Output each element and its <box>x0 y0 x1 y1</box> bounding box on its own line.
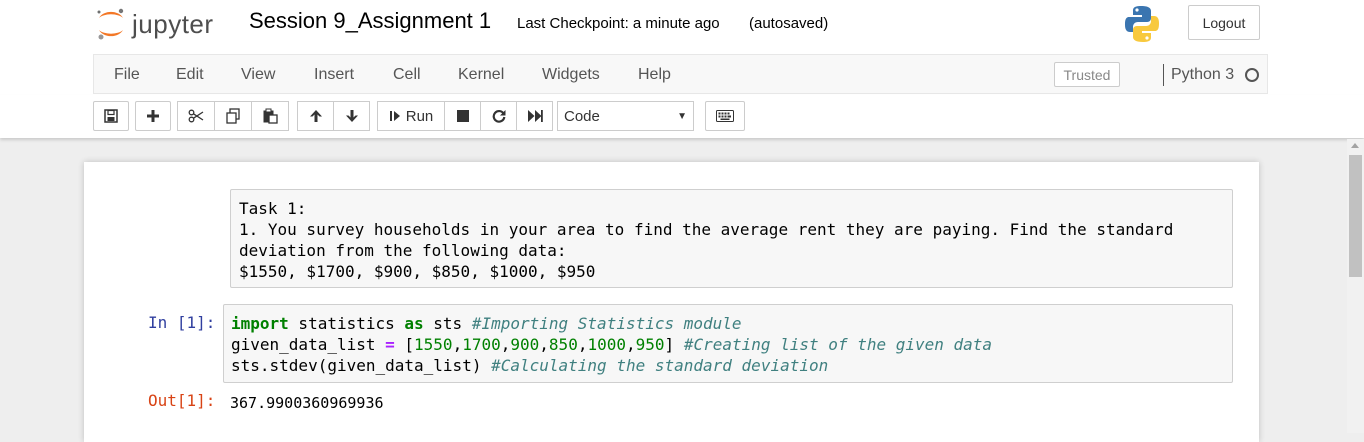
operator-token: = <box>385 335 395 354</box>
code-line-1: import statistics as sts #Importing Stat… <box>231 313 992 334</box>
cell-type-select[interactable]: Code ▼ <box>557 101 694 131</box>
markdown-line: 1. You survey households in your area to… <box>239 220 1174 239</box>
output-prompt: Out[1]: <box>148 391 216 410</box>
jupyter-logo-icon <box>97 8 124 40</box>
keyboard-icon <box>716 110 734 122</box>
cell-type-value: Code <box>564 107 600 125</box>
number-token: 1550 <box>414 335 453 354</box>
header: jupyter Session 9_Assignment 1 Last Chec… <box>0 0 1364 54</box>
number-token: 850 <box>548 335 578 354</box>
save-icon <box>104 109 118 123</box>
vertical-scrollbar[interactable] <box>1347 139 1364 433</box>
menu-cell[interactable]: Cell <box>393 66 421 84</box>
code-token: ] <box>664 335 684 354</box>
input-prompt: In [1]: <box>148 313 216 332</box>
kernel-name[interactable]: Python 3 <box>1171 66 1234 84</box>
menu-insert[interactable]: Insert <box>314 66 354 84</box>
menubar: File Edit View Insert Cell Kernel Widget… <box>0 54 1364 95</box>
fast-forward-icon <box>527 110 543 122</box>
notebook-name[interactable]: Session 9_Assignment 1 <box>249 8 491 34</box>
arrow-down-icon <box>345 110 358 122</box>
copy-button[interactable] <box>214 101 252 131</box>
run-icon <box>389 111 400 121</box>
logout-button[interactable]: Logout <box>1188 5 1260 40</box>
run-label: Run <box>405 107 434 125</box>
insert-cell-button[interactable] <box>135 101 171 131</box>
move-down-button[interactable] <box>333 101 370 131</box>
python-logo-icon <box>1124 5 1160 48</box>
kernel-idle-indicator <box>1245 68 1259 82</box>
code-token: sts <box>423 314 472 333</box>
comment-token: #Calculating the standard deviation <box>491 356 829 375</box>
menu-edit[interactable]: Edit <box>176 66 204 84</box>
restart-kernel-button[interactable] <box>480 101 517 131</box>
plus-icon <box>147 110 159 122</box>
code-line-2: given_data_list = [1550,1700,900,850,100… <box>231 335 993 354</box>
menubar-container: File Edit View Insert Cell Kernel Widget… <box>93 54 1268 94</box>
number-token: 1000 <box>587 335 626 354</box>
paste-icon <box>263 108 278 124</box>
paste-button[interactable] <box>251 101 289 131</box>
markdown-cell[interactable]: Task 1: 1. You survey households in your … <box>230 189 1233 288</box>
menu-widgets[interactable]: Widgets <box>542 66 600 84</box>
code-token: given_data_list <box>231 335 386 354</box>
code-editor[interactable]: import statistics as sts #Importing Stat… <box>231 313 992 376</box>
save-button[interactable] <box>93 101 129 131</box>
code-cell[interactable]: import statistics as sts #Importing Stat… <box>223 304 1233 383</box>
kernel-separator <box>1163 64 1164 86</box>
scrollbar-thumb[interactable] <box>1349 155 1362 277</box>
code-token: statistics <box>288 314 405 333</box>
move-up-button[interactable] <box>297 101 334 131</box>
autosave-status: (autosaved) <box>749 15 829 32</box>
keyword-token: import <box>231 314 289 333</box>
arrow-up-icon <box>309 110 322 122</box>
stop-icon <box>456 110 469 122</box>
run-button[interactable]: Run <box>377 101 445 131</box>
markdown-line: deviation from the following data: <box>239 241 567 260</box>
checkpoint-status: Last Checkpoint: a minute ago <box>517 15 720 32</box>
restart-icon <box>492 109 505 123</box>
copy-icon <box>226 108 240 124</box>
command-palette-button[interactable] <box>705 101 745 131</box>
menu-help[interactable]: Help <box>638 66 671 84</box>
cut-icon <box>188 109 204 123</box>
restart-run-all-button[interactable] <box>516 101 553 131</box>
toolbar: Run Code ▼ <box>0 95 1364 138</box>
notebook-container: Task 1: 1. You survey households in your … <box>84 162 1259 442</box>
number-token: 1700 <box>462 335 501 354</box>
menu-view[interactable]: View <box>241 66 275 84</box>
jupyter-logo[interactable]: jupyter <box>96 6 214 42</box>
menu-file[interactable]: File <box>114 66 140 84</box>
menu-kernel[interactable]: Kernel <box>458 66 504 84</box>
keyword-token: as <box>404 314 424 333</box>
code-token: sts.stdev(given_data_list) <box>231 356 492 375</box>
interrupt-button[interactable] <box>444 101 481 131</box>
chevron-down-icon: ▼ <box>677 111 687 122</box>
trusted-indicator[interactable]: Trusted <box>1054 62 1120 87</box>
code-line-3: sts.stdev(given_data_list) #Calculating … <box>231 355 992 376</box>
code-token: [ <box>394 335 415 354</box>
cut-button[interactable] <box>177 101 215 131</box>
logo-text: jupyter <box>132 8 214 39</box>
number-token: 950 <box>635 335 665 354</box>
markdown-content: Task 1: 1. You survey households in your … <box>239 198 1173 282</box>
markdown-line: $1550, $1700, $900, $850, $1000, $950 <box>239 262 596 281</box>
number-token: 900 <box>510 335 540 354</box>
markdown-line: Task 1: <box>239 199 307 218</box>
scroll-up-arrow-icon[interactable] <box>1351 143 1359 148</box>
comment-token: #Importing Statistics module <box>471 314 742 333</box>
output-value: 367.9900360969936 <box>230 394 384 412</box>
comment-token: #Creating list of the given data <box>683 335 993 354</box>
